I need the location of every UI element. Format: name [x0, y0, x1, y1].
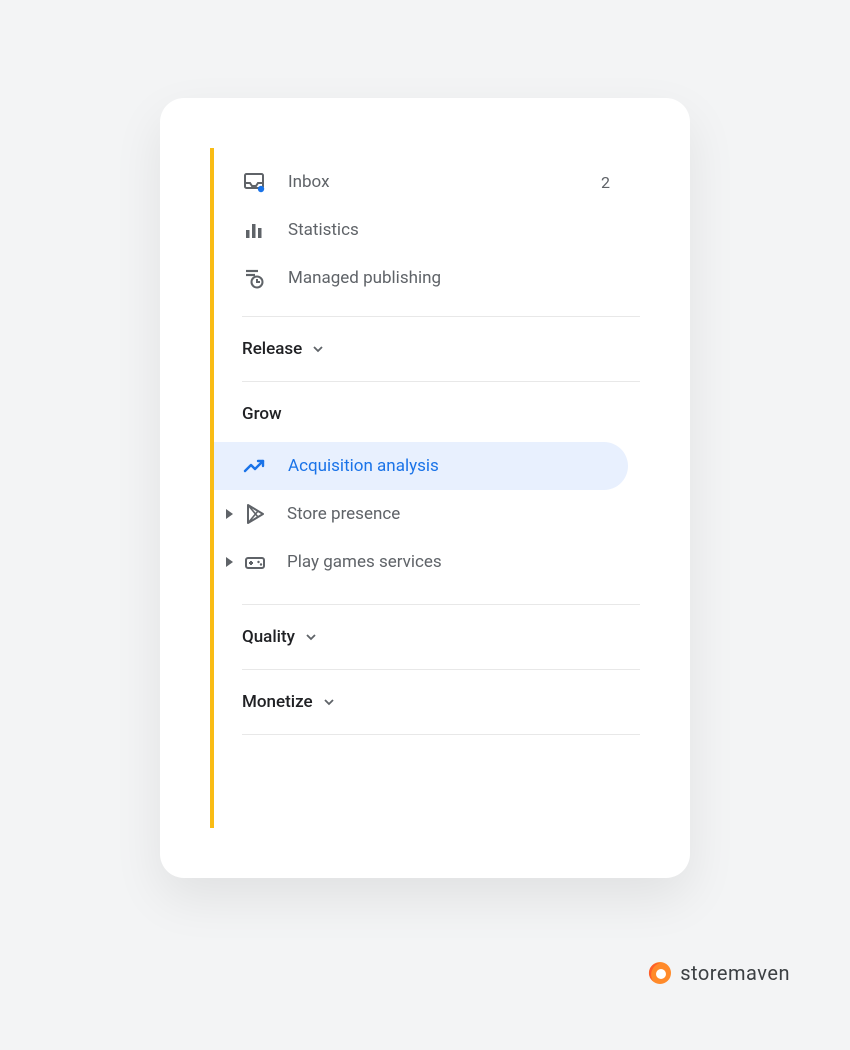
- divider: [242, 734, 640, 735]
- chevron-down-icon: [323, 696, 335, 708]
- managed-publishing-icon: [242, 266, 266, 290]
- caret-right-icon: [226, 509, 233, 519]
- section-label: Quality: [242, 627, 295, 647]
- sidebar-item-statistics[interactable]: Statistics: [214, 206, 640, 254]
- trending-up-icon: [242, 454, 266, 478]
- inbox-count: 2: [601, 173, 640, 192]
- gamepad-icon: [243, 550, 267, 574]
- section-label: Monetize: [242, 692, 313, 712]
- inbox-icon: [242, 170, 266, 194]
- section-label: Release: [242, 339, 302, 359]
- section-label: Grow: [242, 404, 282, 424]
- sidebar-item-managed-publishing[interactable]: Managed publishing: [214, 254, 640, 302]
- sidebar-item-label: Statistics: [288, 220, 640, 240]
- sidebar-item-inbox[interactable]: Inbox 2: [214, 158, 640, 206]
- sidebar-item-play-games-services[interactable]: Play games services: [214, 538, 640, 586]
- sidebar-item-acquisition-analysis[interactable]: Acquisition analysis: [214, 442, 628, 490]
- bar-chart-icon: [242, 218, 266, 242]
- storemaven-logo-icon: [648, 961, 672, 985]
- storemaven-logo: storemaven: [648, 961, 790, 985]
- section-release[interactable]: Release: [214, 317, 640, 377]
- sidebar-item-label: Inbox: [288, 172, 601, 192]
- sidebar-item-label: Play games services: [287, 552, 442, 572]
- chevron-down-icon: [305, 631, 317, 643]
- sidebar-item-label: Managed publishing: [288, 268, 640, 288]
- sidebar-item-store-presence[interactable]: Store presence: [214, 490, 640, 538]
- section-monetize[interactable]: Monetize: [214, 670, 640, 730]
- sidebar-panel: Inbox 2 Statistics: [210, 148, 640, 828]
- caret-right-icon: [226, 557, 233, 567]
- chevron-down-icon: [312, 343, 324, 355]
- section-grow[interactable]: Grow: [214, 382, 640, 442]
- play-store-icon: [243, 502, 267, 526]
- card: Inbox 2 Statistics: [160, 98, 690, 878]
- sidebar-item-label: Store presence: [287, 504, 400, 524]
- sidebar-item-label: Acquisition analysis: [288, 456, 628, 476]
- storemaven-logo-text: storemaven: [680, 961, 790, 985]
- section-quality[interactable]: Quality: [214, 605, 640, 665]
